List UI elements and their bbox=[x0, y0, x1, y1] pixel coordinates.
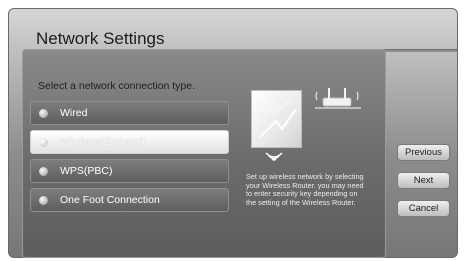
option-label: Wireless(General) bbox=[60, 136, 145, 148]
radio-dot-icon bbox=[39, 108, 48, 118]
option-label: One Foot Connection bbox=[60, 194, 160, 206]
network-map-icon bbox=[251, 90, 302, 148]
wifi-waves-icon bbox=[265, 152, 283, 161]
next-button[interactable]: Next bbox=[397, 172, 450, 189]
option-label: Wired bbox=[60, 107, 88, 119]
option-one-foot-connection[interactable]: One Foot Connection bbox=[30, 188, 229, 212]
connection-prompt: Select a network connection type. bbox=[38, 80, 196, 92]
option-wired[interactable]: Wired bbox=[30, 101, 229, 125]
page-title: Network Settings bbox=[36, 29, 165, 48]
radio-dot-icon bbox=[39, 137, 48, 147]
option-wps-pbc[interactable]: WPS(PBC) bbox=[30, 159, 229, 183]
option-wireless-general[interactable]: Wireless(General) bbox=[30, 130, 229, 154]
option-label: WPS(PBC) bbox=[60, 165, 113, 177]
connection-type-panel: Select a network connection type. Wired … bbox=[22, 49, 386, 258]
radio-dot-icon bbox=[39, 166, 48, 176]
previous-button[interactable]: Previous bbox=[397, 144, 450, 161]
wireless-router-icon bbox=[315, 88, 361, 109]
cancel-button[interactable]: Cancel bbox=[397, 200, 450, 217]
radio-dot-icon bbox=[39, 195, 48, 205]
help-description: Set up wireless network by selecting you… bbox=[246, 172, 364, 207]
